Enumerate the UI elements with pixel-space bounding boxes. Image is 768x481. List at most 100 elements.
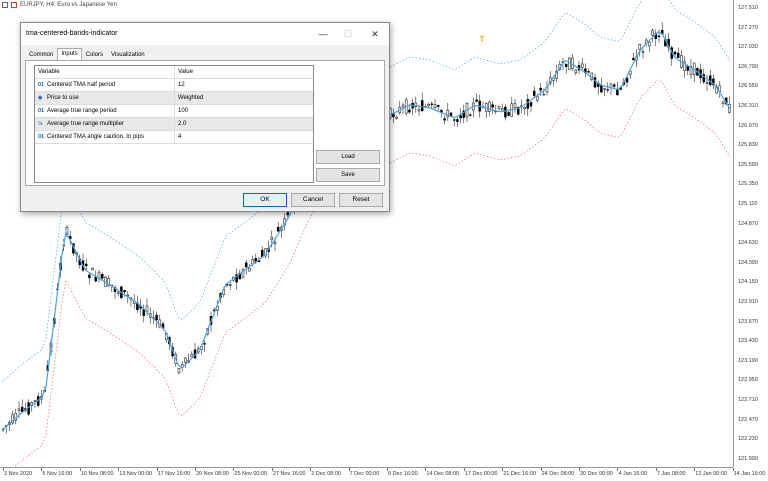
time-label: 30 Dec 00:00 [580, 471, 613, 477]
symbol-bar: EURJPY, H4: Euro vs Japanese Yen [2, 2, 117, 8]
dialog-tabs: Common Inputs Colors Visualization [25, 48, 149, 61]
integer-icon: 01 [38, 82, 45, 88]
value-cell[interactable]: 100 [175, 105, 313, 117]
input-row-price-to-use[interactable]: ◈ Price to use Weighted [35, 92, 313, 105]
candle-body [273, 242, 277, 245]
candle-body [456, 119, 459, 122]
value-cell[interactable]: 4 [175, 131, 313, 143]
candle-body [721, 101, 725, 104]
input-row-atr-multiplier[interactable]: ½ Average true range multiplier 2.0 [35, 118, 313, 131]
reset-button[interactable]: Reset [339, 193, 383, 207]
time-label: 21 Dec 16:00 [503, 471, 536, 477]
variable-name: Average true range multiplier [47, 121, 124, 127]
price-label: 126.070 [738, 122, 758, 129]
dialog-titlebar[interactable]: tma-centered-bands-indicator — ☐ ✕ [21, 23, 389, 45]
candle-body [420, 100, 424, 112]
candle-body [20, 406, 24, 412]
time-label: 17 Dec 00:00 [464, 471, 498, 477]
price-axis[interactable]: 127.510 127.270 127.030 126.790 126.550 126.3… [733, 0, 768, 467]
minimize-button[interactable]: — [309, 23, 337, 45]
close-button[interactable]: ✕ [361, 23, 389, 45]
candle-body [638, 44, 642, 50]
candle-body [705, 82, 709, 84]
candle-body [488, 101, 491, 112]
candle-body [571, 57, 574, 69]
variable-name: Centered TMA angle caution. In pips [47, 134, 144, 140]
header-variable[interactable]: Variable [35, 66, 175, 78]
price-label: 125.590 [738, 161, 758, 168]
candle-body [616, 89, 619, 96]
time-label: 14 Dec 08:00 [426, 471, 460, 477]
integer-icon: 01 [38, 108, 45, 114]
ok-button[interactable]: OK [243, 193, 287, 207]
candle-body [632, 57, 635, 61]
time-axis[interactable]: 3 Nov 2020 5 Nov 16:00 10 Nov 08:00 13 Nov … [0, 467, 765, 481]
candle-body [651, 30, 654, 36]
candle-body [184, 357, 187, 363]
candle-body [612, 84, 616, 87]
candle-body [574, 69, 578, 74]
price-label: 125.350 [738, 181, 758, 188]
candle-body [203, 343, 206, 345]
candle-body [257, 260, 261, 263]
load-button[interactable]: Load [316, 150, 380, 164]
candle-body [395, 116, 398, 119]
up-arrow-marker-icon: ⇑ [478, 35, 486, 45]
value-cell[interactable]: 12 [175, 79, 313, 91]
candle-body [475, 99, 478, 102]
candle-body [532, 90, 536, 96]
candle-body [443, 118, 446, 121]
inputs-panel: Variable Value 01 Centered TMA half perio… [25, 60, 385, 186]
time-label: 2 Dec 08:00 [311, 471, 341, 477]
indicator-icon [11, 2, 17, 8]
price-label: 124.630 [738, 240, 758, 247]
price-label: 127.270 [738, 24, 758, 31]
candle-body [286, 211, 290, 216]
value-cell[interactable]: 2.0 [175, 118, 313, 130]
input-row-atr-period[interactable]: 01 Average true range period 100 [35, 105, 313, 118]
candle-body [427, 104, 430, 107]
candle-body [94, 276, 98, 282]
price-label: 127.030 [738, 44, 758, 51]
time-label: 12 Jan 00:00 [695, 471, 727, 477]
candle-body [491, 104, 494, 108]
price-label: 125.830 [738, 142, 758, 149]
candle-body [500, 108, 504, 111]
cancel-button[interactable]: Cancel [291, 193, 335, 207]
time-label: 3 Nov 2020 [4, 471, 33, 477]
candle-body [417, 109, 421, 112]
price-label: 123.910 [738, 299, 758, 305]
candle-body [497, 106, 501, 110]
dialog-title: tma-centered-bands-indicator [26, 30, 118, 37]
candle-body [603, 88, 606, 90]
variable-name: Centered TMA half period [47, 82, 116, 88]
price-label: 124.150 [738, 279, 758, 286]
header-value[interactable]: Value [175, 66, 313, 78]
time-label: 9 Dec 16:00 [388, 471, 418, 477]
input-row-half-period[interactable]: 01 Centered TMA half period 12 [35, 79, 313, 92]
indicator-properties-dialog: tma-centered-bands-indicator — ☐ ✕ Commo… [20, 22, 390, 212]
candle-body [529, 102, 533, 107]
candle-body [513, 103, 517, 109]
time-label: 25 Nov 00:00 [234, 471, 268, 477]
candle-body [123, 290, 126, 293]
candle-body [408, 109, 411, 113]
variable-name: Average true range period [47, 108, 117, 114]
input-row-angle-caution[interactable]: 01 Centered TMA angle caution. In pips 4 [35, 131, 313, 144]
candle-body [504, 106, 507, 118]
candle-body [606, 89, 610, 91]
value-cell[interactable]: Weighted [175, 92, 313, 104]
price-label: 122.950 [738, 377, 758, 384]
candle-body [244, 262, 248, 268]
candle-body [116, 292, 120, 294]
candle-body [33, 400, 37, 402]
price-label: 126.550 [738, 83, 758, 90]
candle-body [641, 51, 645, 53]
candle-body [539, 87, 542, 91]
candle-body [145, 305, 149, 312]
candle-body [401, 104, 405, 108]
time-label: 4 Jan 16:00 [618, 471, 648, 477]
save-button[interactable]: Save [316, 168, 380, 182]
price-label: 123.190 [738, 357, 758, 364]
candle-body [17, 408, 21, 411]
